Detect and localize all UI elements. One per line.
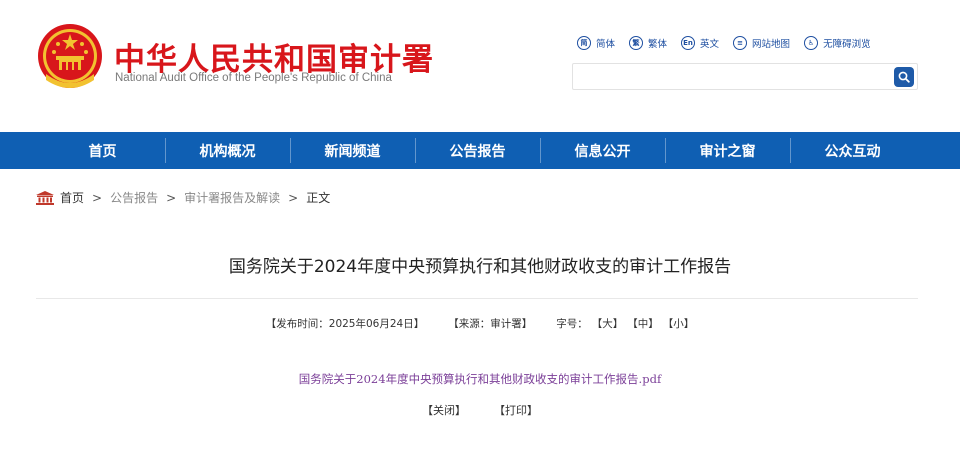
nav-audit-window[interactable]: 审计之窗 <box>665 132 790 169</box>
breadcrumb-current: 正文 <box>306 191 331 205</box>
article-actions: 【关闭】 【打印】 <box>0 402 960 418</box>
top-links: 简 简体 繁 繁体 En 英文 ≡ 网站地图 ♿ 无障碍浏览 <box>577 36 871 50</box>
toplink-label: 简体 <box>596 39 616 50</box>
title-divider <box>36 298 918 299</box>
search-button[interactable] <box>894 67 914 87</box>
breadcrumb-reports[interactable]: 审计署报告及解读 <box>184 189 280 206</box>
site-subtitle: National Audit Office of the People's Re… <box>115 72 392 84</box>
breadcrumb-separator: > <box>288 190 299 205</box>
breadcrumb: 首页 > 公告报告 > 审计署报告及解读 > 正文 <box>36 189 330 206</box>
simplified-chinese-icon: 简 <box>577 36 591 50</box>
nav-home[interactable]: 首页 <box>40 132 165 169</box>
print-button[interactable]: 【打印】 <box>494 402 538 418</box>
home-building-icon <box>36 190 54 205</box>
toplink-simplified[interactable]: 简 简体 <box>577 36 615 50</box>
breadcrumb-separator: > <box>166 190 177 205</box>
sitemap-icon: ≡ <box>733 36 748 50</box>
toplink-label: 网站地图 <box>752 39 791 50</box>
toplink-english[interactable]: En 英文 <box>681 36 719 50</box>
toplink-label: 繁体 <box>648 39 668 50</box>
english-icon: En <box>681 36 696 50</box>
nav-information[interactable]: 信息公开 <box>540 132 665 169</box>
font-size-medium-button[interactable]: 【中】 <box>627 316 659 331</box>
article-source: 【来源：审计署】 <box>448 318 533 330</box>
attachment-pdf-link[interactable]: 国务院关于2024年度中央预算执行和其他财政收支的审计工作报告.pdf <box>0 371 960 387</box>
toplink-label: 英文 <box>700 39 720 50</box>
toplink-sitemap[interactable]: ≡ 网站地图 <box>733 36 790 50</box>
font-size-controls: 字号： 【大】 【中】 【小】 <box>556 316 694 331</box>
site-header: 中华人民共和国审计署 National Audit Office of the … <box>0 0 960 132</box>
accessibility-icon: ♿ <box>804 36 819 50</box>
article-title: 国务院关于2024年度中央预算执行和其他财政收支的审计工作报告 <box>228 257 732 277</box>
article-meta: 【发布时间：2025年06月24日】 【来源：审计署】 字号： 【大】 【中】 … <box>0 316 960 331</box>
toplink-accessibility[interactable]: ♿ 无障碍浏览 <box>804 36 871 50</box>
traditional-chinese-icon: 繁 <box>629 36 644 50</box>
toplink-traditional[interactable]: 繁 繁体 <box>629 36 667 50</box>
font-size-label: 字号： <box>556 318 588 330</box>
nav-organization[interactable]: 机构概况 <box>165 132 290 169</box>
publish-time: 【发布时间：2025年06月24日】 <box>265 318 425 330</box>
nav-public-interaction[interactable]: 公众互动 <box>790 132 915 169</box>
close-button[interactable]: 【关闭】 <box>422 402 466 418</box>
nav-announcements[interactable]: 公告报告 <box>415 132 540 169</box>
search-input[interactable] <box>572 63 918 90</box>
breadcrumb-home[interactable]: 首页 <box>60 189 84 206</box>
nav-news[interactable]: 新闻频道 <box>290 132 415 169</box>
breadcrumb-separator: > <box>92 190 103 205</box>
toplink-label: 无障碍浏览 <box>823 39 871 50</box>
breadcrumb-announcements[interactable]: 公告报告 <box>110 189 158 206</box>
search-icon <box>898 71 910 83</box>
national-emblem-icon[interactable] <box>36 22 104 92</box>
font-size-large-button[interactable]: 【大】 <box>592 316 624 331</box>
font-size-small-button[interactable]: 【小】 <box>663 316 695 331</box>
main-nav: 首页 机构概况 新闻频道 公告报告 信息公开 审计之窗 公众互动 <box>0 132 960 169</box>
